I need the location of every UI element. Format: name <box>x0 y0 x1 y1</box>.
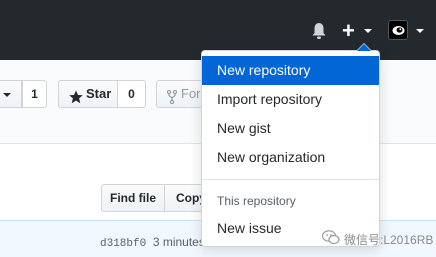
plus-icon: + <box>342 18 355 43</box>
bell-icon[interactable] <box>311 22 327 40</box>
find-file-button[interactable]: Find file <box>101 184 165 212</box>
find-file-label: Find file <box>110 191 156 205</box>
star-label: Star <box>86 86 112 101</box>
dropdown-caret-fill <box>357 44 371 51</box>
commit-time: 3 minutes <box>152 235 205 249</box>
star-icon <box>69 87 83 107</box>
watch-button[interactable] <box>0 80 22 108</box>
chevron-down-icon <box>3 93 11 97</box>
menu-item-new-gist[interactable]: New gist <box>202 114 379 143</box>
watermark-text: 微信号:L2016RB <box>344 233 434 247</box>
create-new-button[interactable]: + <box>342 20 376 42</box>
create-new-dropdown: New repository Import repository New gis… <box>201 43 380 247</box>
menu-item-import-repository[interactable]: Import repository <box>202 85 379 114</box>
menu-item-new-repository[interactable]: New repository <box>202 56 379 85</box>
watch-count[interactable]: 1 <box>22 80 47 108</box>
commit-info: d318bf0 3 minutes <box>100 235 205 250</box>
fork-icon <box>166 87 178 107</box>
wechat-icon <box>321 230 340 248</box>
commit-sha[interactable]: d318bf0 <box>100 238 146 250</box>
star-count[interactable]: 0 <box>117 80 146 108</box>
avatar <box>388 20 408 40</box>
star-button[interactable]: Star <box>58 80 118 108</box>
menu-section-header: This repository <box>217 194 296 208</box>
chevron-down-icon <box>416 29 424 33</box>
menu-item-new-organization[interactable]: New organization <box>202 143 379 172</box>
chevron-down-icon <box>364 29 372 33</box>
menu-divider <box>202 179 379 180</box>
profile-menu-button[interactable] <box>388 20 428 42</box>
